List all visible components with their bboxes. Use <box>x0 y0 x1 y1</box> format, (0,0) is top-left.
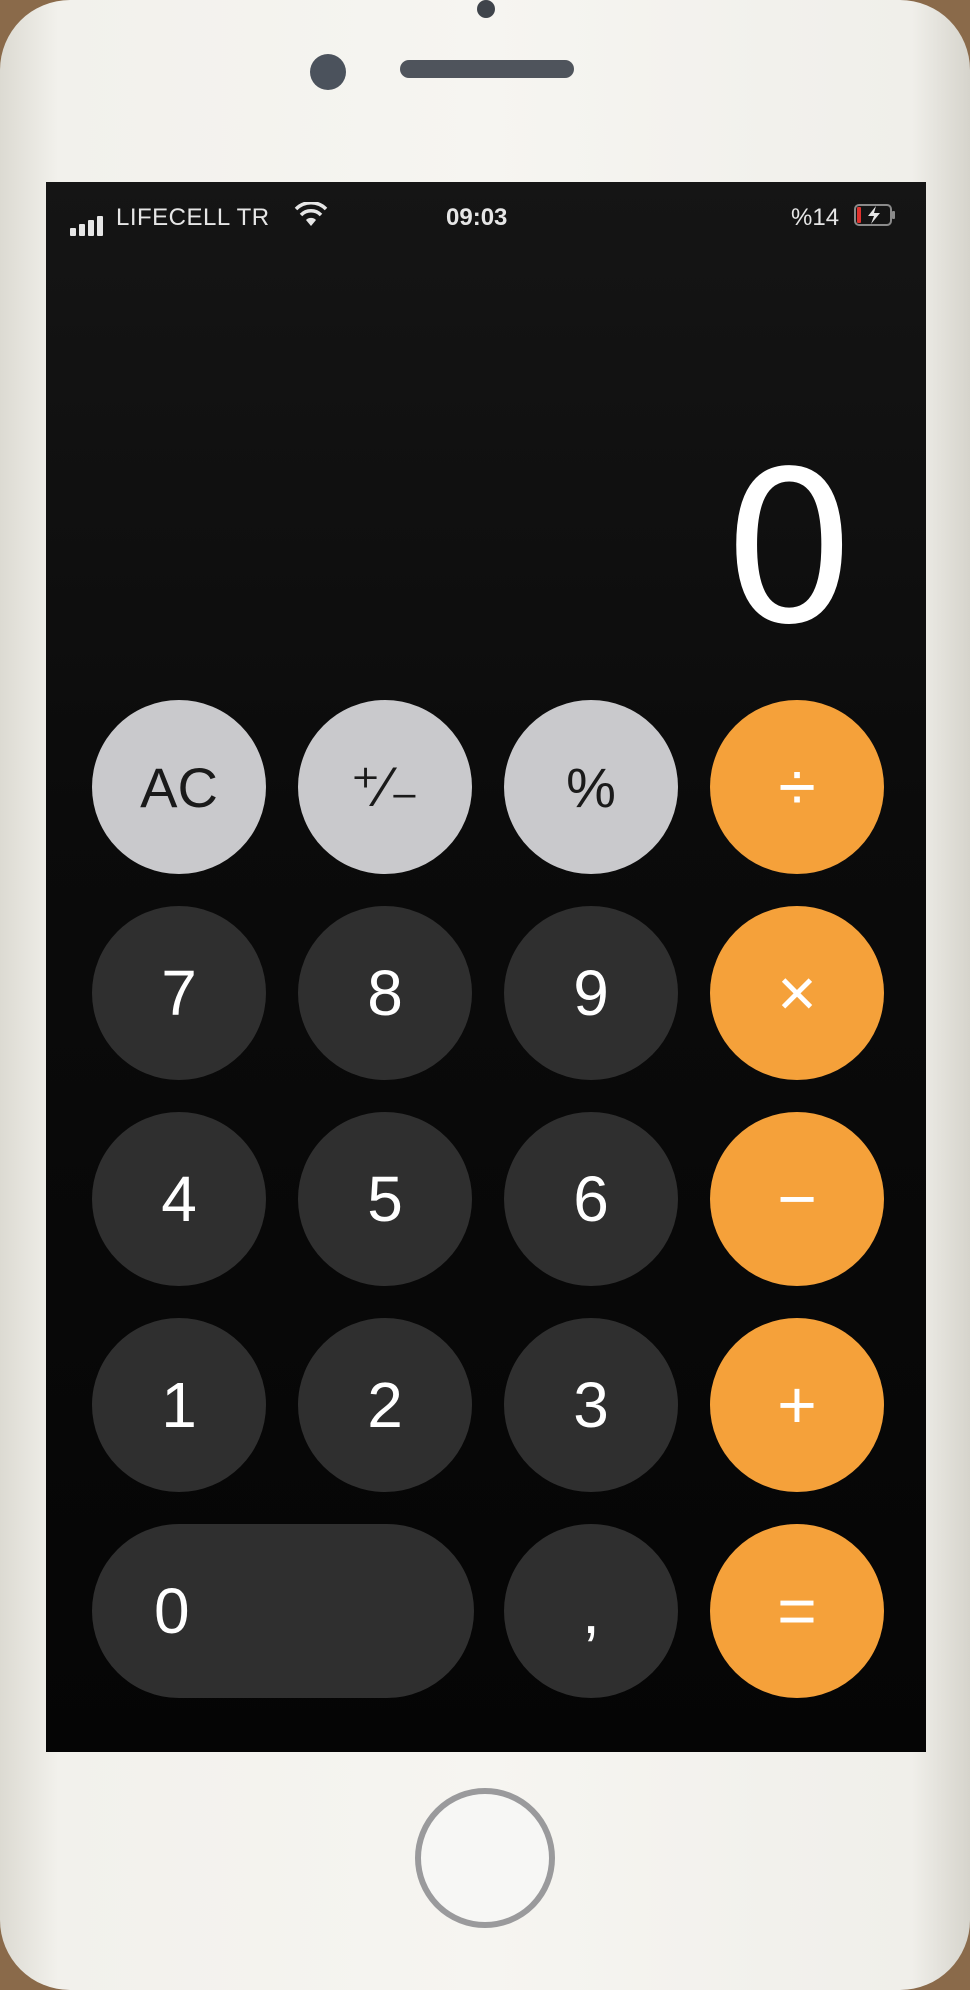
subtract-button[interactable]: − <box>710 1112 884 1286</box>
digit-7-button[interactable]: 7 <box>92 906 266 1080</box>
digit-3-button[interactable]: 3 <box>504 1318 678 1492</box>
phone-frame: LIFECELL TR 09:03 %14 0 AC ⁺∕₋ % ÷ 7 8 9… <box>0 0 970 1990</box>
digit-0-button[interactable]: 0 <box>92 1524 474 1698</box>
home-button[interactable] <box>415 1788 555 1928</box>
result-display: 0 <box>722 426 856 671</box>
battery-charging-icon <box>854 204 895 226</box>
add-button[interactable]: + <box>710 1318 884 1492</box>
digit-4-button[interactable]: 4 <box>92 1112 266 1286</box>
digit-1-button[interactable]: 1 <box>92 1318 266 1492</box>
all-clear-button[interactable]: AC <box>92 700 266 874</box>
signal-bars-icon <box>70 208 106 236</box>
digit-5-button[interactable]: 5 <box>298 1112 472 1286</box>
equals-button[interactable]: = <box>710 1524 884 1698</box>
earpiece-speaker <box>400 60 574 78</box>
digit-6-button[interactable]: 6 <box>504 1112 678 1286</box>
decimal-comma-button[interactable]: , <box>504 1524 678 1698</box>
calculator-screen: LIFECELL TR 09:03 %14 0 AC ⁺∕₋ % ÷ 7 8 9… <box>46 182 926 1752</box>
multiply-button[interactable]: × <box>710 906 884 1080</box>
sensor-icon <box>310 54 346 90</box>
battery-percentage: %14 <box>791 204 840 231</box>
carrier-name: LIFECELL TR <box>116 204 270 231</box>
digit-9-button[interactable]: 9 <box>504 906 678 1080</box>
status-time: 09:03 <box>446 204 508 231</box>
digit-8-button[interactable]: 8 <box>298 906 472 1080</box>
wifi-icon <box>294 202 328 226</box>
status-bar: LIFECELL TR 09:03 %14 <box>46 182 926 252</box>
percent-button[interactable]: % <box>504 700 678 874</box>
divide-button[interactable]: ÷ <box>710 700 884 874</box>
digit-2-button[interactable]: 2 <box>298 1318 472 1492</box>
front-camera-icon <box>477 0 495 18</box>
plus-minus-button[interactable]: ⁺∕₋ <box>298 700 472 874</box>
